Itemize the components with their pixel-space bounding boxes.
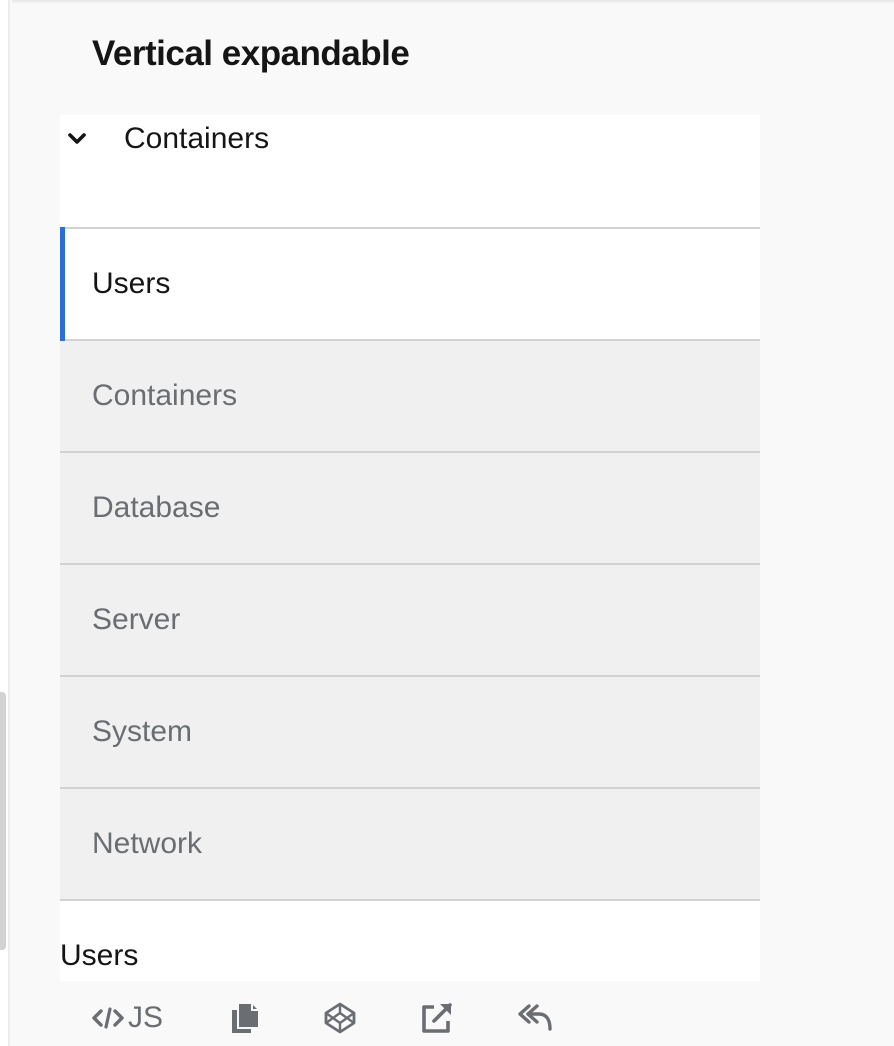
codepen-icon xyxy=(324,1002,356,1034)
js-label: JS xyxy=(128,1001,164,1034)
tab-users[interactable]: Users xyxy=(60,227,760,341)
section-title: Vertical expandable xyxy=(92,34,410,73)
tab-label: Database xyxy=(92,491,221,524)
tab-server[interactable]: Server xyxy=(60,565,760,677)
tab-database[interactable]: Database xyxy=(60,453,760,565)
tab-content: Users xyxy=(60,939,139,972)
tab-label: Users xyxy=(92,267,171,300)
external-link-icon xyxy=(422,1003,452,1033)
tabs-panel: Containers Users Containers Database Ser… xyxy=(60,115,760,981)
copy-code-button[interactable] xyxy=(229,1001,261,1035)
tab-label: Network xyxy=(92,827,203,860)
tab-containers[interactable]: Containers xyxy=(60,341,760,453)
toggle-js-code-button[interactable]: JS xyxy=(92,1000,163,1036)
chevron-down-icon xyxy=(68,133,86,144)
tab-system[interactable]: System xyxy=(60,677,760,789)
copy-icon xyxy=(232,1004,259,1033)
tab-network[interactable]: Network xyxy=(60,789,760,901)
open-in-new-window-button[interactable] xyxy=(419,1000,455,1036)
expandable-toggle-label: Containers xyxy=(124,122,270,155)
scrollbar[interactable] xyxy=(0,692,6,950)
code-icon xyxy=(92,1007,124,1029)
undo-button[interactable] xyxy=(517,1002,553,1034)
tab-label: Server xyxy=(92,603,181,636)
undo-icon xyxy=(518,1004,552,1031)
expandable-toggle[interactable]: Containers xyxy=(60,115,760,227)
tab-label: Containers xyxy=(92,379,238,412)
vertical-tab-list: Users Containers Database Server System … xyxy=(60,227,760,901)
top-shadow xyxy=(12,0,894,4)
tab-label: System xyxy=(92,715,193,748)
codesandbox-button[interactable] xyxy=(323,1001,357,1035)
example-actions: JS xyxy=(92,996,553,1040)
